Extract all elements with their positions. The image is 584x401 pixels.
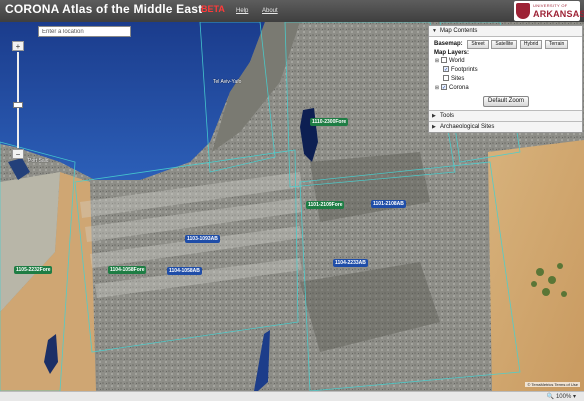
layer-checkbox-world[interactable] [441,57,447,64]
logo-arkansas: ARKANSAS [533,9,584,19]
map-layers-label: Map Layers: [434,50,470,56]
footprint-label[interactable]: 1110-2300Fore [310,118,349,126]
zoom-in-button[interactable]: + [12,41,24,51]
layer-label-footprints: Footprints [451,67,478,73]
map-contents-panel: ▼ Map Contents Basemap: Street Satellite … [428,25,583,133]
layer-row-sites: Sites [434,75,578,84]
footprint-label[interactable]: 1101-2108AB [371,200,406,208]
default-zoom-wrap: Default Zoom [434,93,578,107]
tools-header[interactable]: ▶ Tools [429,111,582,122]
zoom-control: + − [12,41,24,159]
browser-status-bar: 🔍 100% ▾ [0,391,584,401]
university-seal-icon [516,3,530,19]
layer-row-corona: ⊞ ✓ Corona [434,84,578,93]
footprint-label[interactable]: 1103-1093AB [185,235,220,243]
map-attribution[interactable]: © TerraMetrics Terms of Use [525,382,580,387]
layer-checkbox-corona[interactable]: ✓ [441,84,447,91]
zoom-slider-track[interactable] [17,52,19,148]
university-logo[interactable]: UNIVERSITY OF ARKANSAS [514,1,584,21]
about-link[interactable]: About [262,8,278,14]
tools-title: Tools [440,113,455,119]
location-search-input[interactable] [38,26,131,37]
archaeological-sites-title: Archaeological Sites [440,124,495,130]
zoom-percent-text: 100% [555,394,572,400]
map-contents-header[interactable]: ▼ Map Contents [429,26,582,37]
basemap-street-button[interactable]: Street [467,40,489,49]
default-zoom-button[interactable]: Default Zoom [482,96,529,107]
expand-triangle-icon: ▶ [432,124,436,130]
footprint-label[interactable]: 1104-1058AB [167,267,202,275]
desert-east [488,140,584,391]
beta-badge: BETA [201,4,225,14]
place-label-tel-aviv: Tel Aviv-Yafo [213,79,242,85]
archaeological-sites-header[interactable]: ▶ Archaeological Sites [429,122,582,132]
zoom-slider-handle[interactable] [13,101,23,108]
footprint-label[interactable]: 1101-2109Fore [306,201,345,209]
footprint-label[interactable]: 1104-1058Fore [108,266,147,274]
basemap-row: Basemap: Street Satellite Hybrid Terrain [434,40,578,49]
app-title: CORONA Atlas of the Middle East [5,2,203,16]
app-header: CORONA Atlas of the Middle East BETA Hel… [0,0,584,22]
map-contents-title: Map Contents [440,28,478,34]
layer-checkbox-footprints[interactable]: ✓ [443,66,449,73]
place-label-port-said: Port Said [28,158,49,164]
basemap-hybrid-button[interactable]: Hybrid [519,40,543,49]
footprint-label[interactable]: 1105-2232Fore [14,266,53,274]
layer-row-world: ⊞ World [434,57,578,66]
collapse-triangle-icon: ▼ [432,28,437,34]
basemap-satellite-button[interactable]: Satellite [491,40,518,49]
expand-triangle-icon: ▶ [432,113,436,119]
layer-checkbox-sites[interactable] [443,75,449,82]
basemap-terrain-button[interactable]: Terrain [544,40,569,49]
layer-label-corona: Corona [449,85,469,91]
layer-label-world: World [449,58,465,64]
map-contents-body: Basemap: Street Satellite Hybrid Terrain… [429,37,582,111]
expand-plus-icon[interactable]: ⊞ [434,57,440,66]
browser-zoom-level[interactable]: 🔍 100% ▾ [547,393,576,400]
footprint-label[interactable]: 1104-2233AB [333,259,368,267]
basemap-label: Basemap: [434,41,463,47]
layer-label-sites: Sites [451,76,465,82]
expand-plus-icon[interactable]: ⊞ [434,84,440,93]
layer-row-footprints: ✓ Footprints [434,66,578,75]
logo-university-of: UNIVERSITY OF [533,3,568,8]
zoom-out-button[interactable]: − [12,149,24,159]
help-link[interactable]: Help [236,8,248,14]
